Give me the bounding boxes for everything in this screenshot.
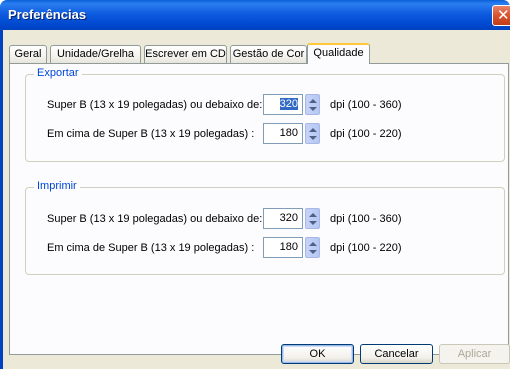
chevron-down-icon[interactable] [309,136,317,140]
print-group-title: Imprimir [34,180,80,192]
dialog-body: Geral Unidade/Grelha Escrever em CD Gest… [0,30,510,369]
export-row1-range: dpi (100 - 360) [330,99,402,111]
export-small-dpi-input[interactable]: 320 [263,94,303,115]
print-small-dpi-spinner[interactable] [305,208,320,229]
export-row2-range: dpi (100 - 220) [330,128,402,140]
chevron-down-icon[interactable] [309,221,317,225]
print-row1-range: dpi (100 - 360) [330,213,402,225]
export-large-dpi-input[interactable]: 180 [263,123,303,144]
chevron-up-icon[interactable] [309,99,317,103]
ok-button[interactable]: OK [281,344,354,364]
export-row2-label: Em cima de Super B (13 x 19 polegadas) : [47,128,255,140]
close-icon: ✕ [497,6,510,24]
print-large-dpi-input[interactable]: 180 [263,237,303,258]
print-row2-label: Em cima de Super B (13 x 19 polegadas) : [47,242,255,254]
title-bar[interactable]: Preferências ✕ [0,0,510,30]
apply-button[interactable]: Aplicar [439,344,510,364]
export-large-dpi-spinner[interactable] [305,123,320,144]
tab-gestao-de-cor[interactable]: Gestão de Cor [230,45,307,63]
tab-escrever-em-cd[interactable]: Escrever em CD [144,45,227,63]
export-group-title: Exportar [34,67,82,79]
tab-unidade-grelha[interactable]: Unidade/Grelha [50,45,141,63]
export-group: Exportar [25,67,505,162]
chevron-down-icon[interactable] [309,250,317,254]
close-button[interactable]: ✕ [492,5,510,26]
chevron-up-icon[interactable] [309,128,317,132]
tab-qualidade[interactable]: Qualidade [307,43,370,64]
chevron-up-icon[interactable] [309,213,317,217]
chevron-up-icon[interactable] [309,242,317,246]
print-large-dpi-spinner[interactable] [305,237,320,258]
print-row1-label: Super B (13 x 19 polegadas) ou debaixo d… [47,213,263,225]
chevron-down-icon[interactable] [309,107,317,111]
export-row1-label: Super B (13 x 19 polegadas) ou debaixo d… [47,99,263,111]
print-small-dpi-input[interactable]: 320 [263,208,303,229]
export-small-dpi-spinner[interactable] [305,94,320,115]
cancel-button[interactable]: Cancelar [360,344,433,364]
window-title: Preferências [8,7,87,22]
print-group: Imprimir [25,180,505,275]
print-row2-range: dpi (100 - 220) [330,242,402,254]
tab-geral[interactable]: Geral [9,45,47,63]
